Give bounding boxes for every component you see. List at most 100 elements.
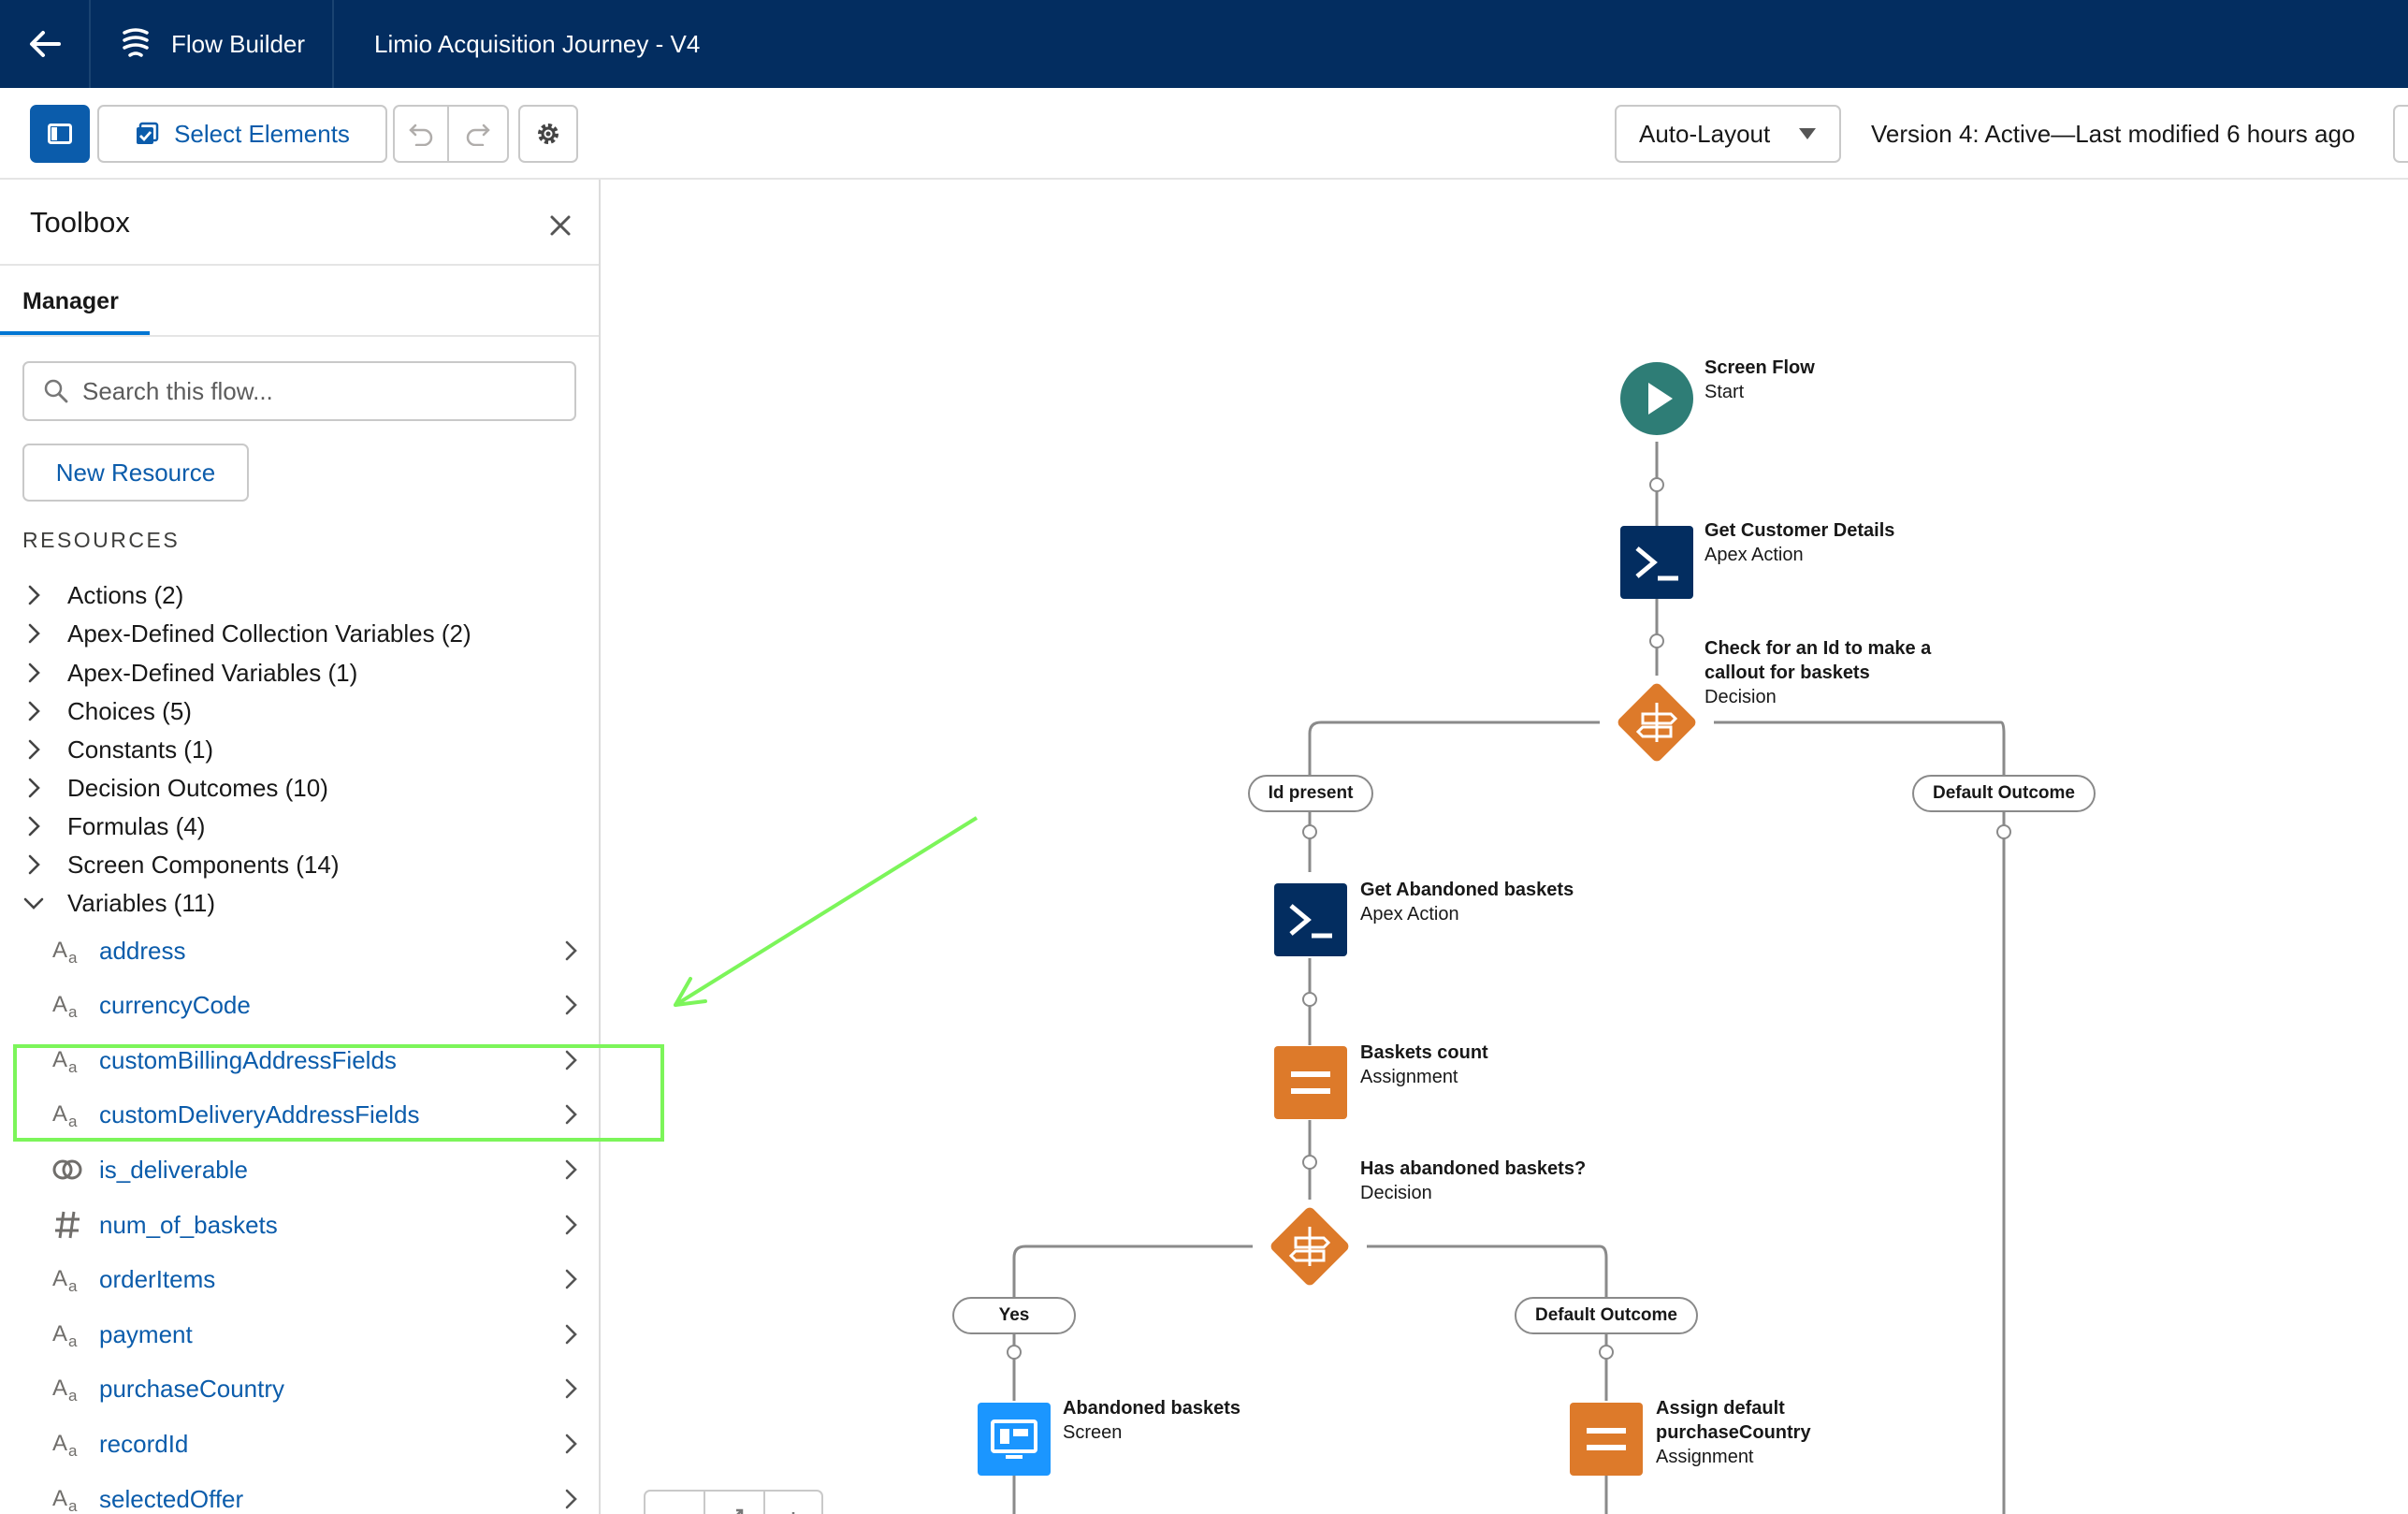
text-type-icon: Aa (51, 1099, 84, 1130)
node-type: Start (1704, 382, 1745, 402)
svg-text:A: A (52, 938, 67, 963)
check-id-decision-node[interactable] (1607, 673, 1706, 777)
text-type-icon: Aa (51, 1483, 84, 1514)
svg-text:A: A (52, 1101, 67, 1127)
get-customer-details-label: Get Customer Details Apex Action (1704, 518, 1894, 567)
redo-button[interactable] (447, 105, 509, 163)
builder-toolbar: Select Elements Auto-Layout Version 4: A… (0, 88, 2408, 180)
chevron-right-icon (28, 816, 40, 837)
assignment-icon (1570, 1403, 1643, 1476)
get-abandoned-baskets-node[interactable] (1274, 883, 1347, 961)
text-type-icon: Aa (51, 1373, 84, 1405)
node-title: Get Customer Details (1704, 520, 1895, 541)
abandoned-baskets-screen-node[interactable] (978, 1403, 1051, 1480)
svg-text:a: a (68, 1058, 78, 1074)
outcome-default-2[interactable]: Default Outcome (1515, 1297, 1698, 1334)
outcome-default-1[interactable]: Default Outcome (1912, 775, 2096, 812)
category-constants[interactable]: Constants (1) (22, 731, 213, 768)
zoom-in-button[interactable] (765, 1492, 821, 1514)
category-decision-outcomes[interactable]: Decision Outcomes (10) (22, 769, 328, 807)
variable-item-purchasecountry[interactable]: Aa purchaseCountry (51, 1370, 582, 1407)
zoom-controls[interactable] (644, 1490, 823, 1514)
variable-name: num_of_baskets (99, 1210, 278, 1239)
category-choices[interactable]: Choices (5) (22, 692, 192, 730)
checkbox-icon (137, 122, 159, 144)
close-toolbox-button[interactable] (546, 211, 574, 240)
apex-action-icon (1274, 883, 1347, 956)
back-button[interactable] (0, 0, 91, 88)
variable-item-num-of-baskets[interactable]: num_of_baskets (51, 1206, 582, 1244)
variable-name: recordId (99, 1429, 189, 1458)
search-input[interactable] (82, 376, 550, 406)
variable-name: customDeliveryAddressFields (99, 1099, 420, 1128)
node-title: Has abandoned baskets? (1360, 1158, 1587, 1179)
apex-action-icon (1620, 526, 1693, 599)
new-resource-button[interactable]: New Resource (22, 444, 249, 502)
has-baskets-decision-node[interactable] (1260, 1197, 1359, 1301)
node-title-line2: purchaseCountry (1656, 1422, 1811, 1443)
outcome-id-present[interactable]: Id present (1248, 775, 1373, 812)
node-type: Apex Action (1360, 904, 1459, 924)
app-header: Flow Builder Limio Acquisition Journey -… (0, 0, 2408, 88)
caret-down-icon (1799, 128, 1816, 139)
variable-item-payment[interactable]: Aa payment (51, 1316, 582, 1353)
baskets-count-node[interactable] (1274, 1046, 1347, 1124)
toggle-toolbox-button[interactable] (30, 105, 90, 163)
fit-view-button[interactable] (705, 1492, 765, 1514)
node-type: Decision (1360, 1183, 1432, 1203)
select-elements-button[interactable]: Select Elements (97, 105, 387, 163)
category-label: Apex-Defined Collection Variables (2) (67, 619, 471, 648)
variable-item-currencycode[interactable]: Aa currencyCode (51, 986, 582, 1024)
text-type-icon: Aa (51, 1318, 84, 1350)
variable-name: purchaseCountry (99, 1374, 284, 1403)
variable-item-recordid[interactable]: Aa recordId (51, 1425, 582, 1463)
baskets-count-label: Baskets count Assignment (1360, 1041, 1488, 1089)
expand-icon (736, 1508, 744, 1514)
outcome-yes[interactable]: Yes (952, 1297, 1076, 1334)
flow-canvas[interactable]: Screen Flow Start Get Customer Details A… (601, 180, 2408, 1514)
svg-text:a: a (68, 1387, 78, 1403)
variable-item-is-deliverable[interactable]: is_deliverable (51, 1151, 582, 1188)
variable-item-customdeliveryaddressfields[interactable]: Aa customDeliveryAddressFields (51, 1096, 582, 1133)
category-variables[interactable]: Variables (11) (22, 884, 215, 922)
chevron-right-icon (565, 1324, 577, 1345)
chevron-right-icon (565, 1215, 577, 1235)
get-customer-details-node[interactable] (1620, 526, 1693, 604)
start-node[interactable] (1620, 362, 1693, 440)
category-label: Variables (11) (67, 888, 215, 917)
node-type: Assignment (1656, 1447, 1754, 1467)
more-actions-button[interactable] (2393, 105, 2408, 163)
category-label: Choices (5) (67, 696, 192, 725)
category-actions[interactable]: Actions (2) (22, 576, 183, 614)
variable-name: orderItems (99, 1264, 216, 1293)
category-formulas[interactable]: Formulas (4) (22, 808, 205, 845)
resources-heading: RESOURCES (22, 528, 181, 552)
variable-item-selectedoffer[interactable]: Aa selectedOffer (51, 1480, 582, 1514)
flow-settings-button[interactable] (518, 105, 578, 163)
connector-node (1599, 1345, 1614, 1360)
node-type: Assignment (1360, 1067, 1458, 1087)
connector-node (1302, 1155, 1317, 1170)
category-apex-defined-collection-variables[interactable]: Apex-Defined Collection Variables (2) (22, 615, 471, 652)
text-type-icon: Aa (51, 1044, 84, 1076)
decision-icon (1617, 683, 1696, 762)
undo-button[interactable] (393, 105, 449, 163)
chevron-right-icon (565, 995, 577, 1015)
chevron-right-icon (565, 1378, 577, 1399)
chevron-right-icon (565, 940, 577, 961)
connector-node (1302, 824, 1317, 839)
variable-item-orderitems[interactable]: Aa orderItems (51, 1260, 582, 1298)
category-screen-components[interactable]: Screen Components (14) (22, 846, 339, 883)
tab-manager[interactable]: Manager (22, 288, 119, 315)
variable-item-address[interactable]: Aa address (51, 932, 582, 969)
node-title: Abandoned baskets (1063, 1398, 1241, 1419)
variable-item-custombillingaddressfields[interactable]: Aa customBillingAddressFields (51, 1041, 582, 1079)
svg-text:A: A (52, 1321, 67, 1347)
layout-mode-select[interactable]: Auto-Layout (1615, 105, 1841, 163)
category-label: Actions (2) (67, 580, 184, 609)
chevron-right-icon (565, 1489, 577, 1509)
category-apex-defined-variables[interactable]: Apex-Defined Variables (1) (22, 654, 357, 691)
assign-default-country-node[interactable] (1570, 1403, 1643, 1480)
zoom-out-button[interactable] (646, 1492, 705, 1514)
text-type-icon: Aa (51, 935, 84, 967)
